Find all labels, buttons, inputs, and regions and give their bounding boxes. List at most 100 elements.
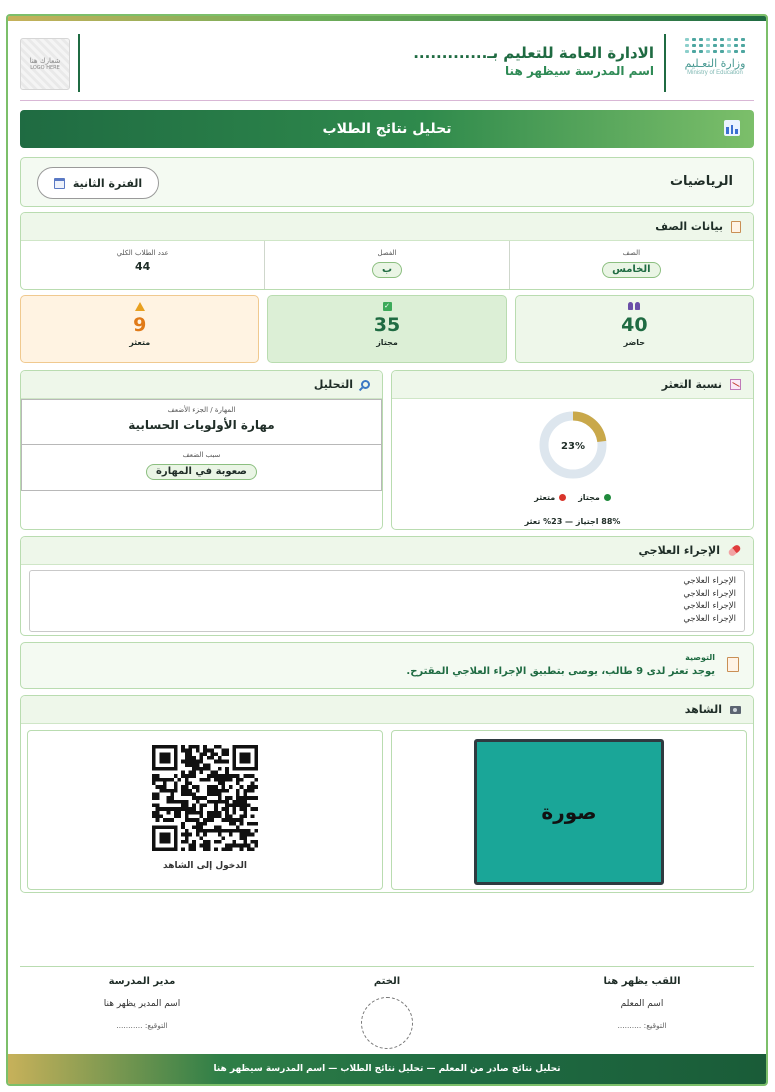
top-stripe	[8, 16, 766, 21]
passed-label: مجتاز	[376, 338, 398, 347]
grade-cell: الصف الخامس	[508, 241, 753, 289]
evidence-photo-frame: صورة	[391, 730, 747, 890]
section-cell: الفصل ب	[264, 241, 508, 289]
total-students-value: 44	[135, 260, 151, 273]
subject-bar: الرياضيات الفترة الثانية	[20, 157, 754, 207]
stats-row: 40 حاضر ✓ 35 مجتاز 9 متعثر	[20, 295, 754, 363]
principal-sign-line: التوقيع: ...........	[116, 1021, 168, 1030]
rate-summary: 88% اجتياز — 23% تعثر	[524, 517, 621, 526]
struggling-card: 9 متعثر	[20, 295, 260, 363]
subject-name: الرياضيات	[669, 174, 733, 189]
principal-signature: مدير المدرسة اسم المدير يظهر هنا التوقيع…	[32, 976, 252, 1030]
header-separator	[20, 100, 754, 101]
donut-svg: 23%	[539, 411, 607, 479]
weakness-reason-box: سبب الضعف صعوبة في المهارة	[21, 445, 382, 491]
remedial-section: الإجراء العلاجي الإجراء العلاجي الإجراء …	[20, 536, 754, 636]
evidence-header: الشاهد	[21, 696, 753, 724]
ministry-name-ar: وزارة التعـليم	[684, 57, 746, 70]
total-students-label: عدد الطلاب الكلي	[116, 249, 169, 257]
teacher-title: اللقب يظهر هنا	[603, 976, 681, 987]
grade-value: الخامس	[602, 262, 661, 278]
warning-icon	[134, 302, 145, 311]
recommendation-text: يوجد تعثر لدى 9 طالب، يوصى بتطبيق الإجرا…	[406, 666, 715, 677]
remedial-line: الإجراء العلاجي	[683, 601, 736, 611]
chart-down-icon	[730, 379, 741, 390]
header-text: الادارة العامة للتعليم بـ............. ا…	[413, 44, 654, 78]
signature-separator	[20, 966, 754, 967]
class-data-header: بيانات الصف	[21, 213, 753, 241]
period-selector[interactable]: الفترة الثانية	[37, 167, 159, 199]
analysis-header: التحليل	[21, 371, 382, 399]
teacher-signature: اللقب يظهر هنا اسم المعلم التوقيع: .....…	[532, 976, 752, 1030]
clipboard-icon	[731, 220, 741, 233]
users-icon	[628, 302, 641, 310]
passed-dot-icon	[603, 494, 611, 501]
weak-skill-label: المهارة / الجزء الأضعف	[167, 406, 236, 414]
title-banner: تحليل نتائج الطلاب	[20, 110, 754, 148]
weakness-reason-value: صعوبة في المهارة	[146, 464, 257, 480]
remedial-line: الإجراء العلاجي	[683, 576, 736, 586]
logo-subtext: LOGO HERE	[30, 65, 60, 71]
donut-legend: مجتاز متعثر	[392, 493, 753, 502]
struggle-rate-section: نسبة التعثر 23% مجتاز متعثر 88% اجتياز —…	[391, 370, 754, 530]
school-logo-placeholder: شعارك هنا LOGO HERE	[20, 38, 70, 90]
camera-icon	[730, 705, 741, 714]
legend-struggling-label: متعثر	[534, 493, 556, 502]
evidence-title: الشاهد	[684, 703, 722, 716]
period-label: الفترة الثانية	[72, 176, 143, 190]
qr-code-icon[interactable]	[152, 745, 258, 851]
weak-skill-box: المهارة / الجزء الأضعف مهارة الأولويات ا…	[21, 399, 382, 445]
banner-title: تحليل نتائج الطلاب	[322, 121, 452, 137]
evidence-section: الشاهد صورة الدخول إلى الشاهد	[20, 695, 754, 893]
evidence-photo[interactable]: صورة	[474, 739, 664, 885]
remedial-line: الإجراء العلاجي	[683, 588, 736, 599]
teacher-sign-line: التوقيع: ..........	[617, 1021, 667, 1030]
pill-icon	[727, 543, 742, 558]
teacher-name: اسم المعلم	[620, 999, 664, 1009]
rate-title: نسبة التعثر	[661, 378, 722, 391]
header-divider	[664, 34, 666, 92]
remedial-text-box[interactable]: الإجراء العلاجي الإجراء العلاجي الإجراء …	[29, 570, 745, 632]
seal-circle	[361, 997, 413, 1049]
evidence-qr-frame: الدخول إلى الشاهد	[27, 730, 383, 890]
struggling-label: متعثر	[129, 338, 151, 347]
passed-value: 35	[373, 314, 401, 336]
search-icon	[361, 380, 370, 389]
class-data-title: بيانات الصف	[655, 220, 723, 233]
report-page: وزارة التعـليم Ministry of Education الا…	[6, 14, 768, 1086]
logo-text: شعارك هنا	[29, 57, 61, 65]
analysis-title: التحليل	[313, 378, 353, 391]
weak-skill-value: مهارة الأولويات الحسابية	[128, 418, 275, 432]
ministry-dots-icon	[676, 38, 754, 53]
donut-center-label: 23%	[561, 441, 585, 452]
logo-divider	[78, 34, 80, 92]
section-value: ب	[371, 262, 403, 278]
present-label: حاضر	[623, 338, 646, 347]
admin-title: الادارة العامة للتعليم بـ.............	[413, 44, 654, 62]
donut-chart: 23%	[392, 409, 753, 484]
ministry-name-en: Ministry of Education	[687, 70, 743, 76]
remedial-title: الإجراء العلاجي	[638, 544, 720, 557]
present-card: 40 حاضر	[514, 295, 754, 363]
principal-title: مدير المدرسة	[108, 976, 176, 987]
class-data-cells: الصف الخامس الفصل ب عدد الطلاب الكلي 44	[21, 241, 753, 289]
passed-card: ✓ 35 مجتاز	[267, 295, 507, 363]
clipboard-icon	[727, 657, 739, 672]
legend-passed: مجتاز	[578, 493, 611, 502]
school-name: اسم المدرسة سيظهر هنا	[505, 64, 654, 78]
bar-chart-icon	[724, 120, 740, 136]
struggling-value: 9	[133, 314, 147, 336]
legend-struggling: متعثر	[534, 493, 567, 502]
recommendation-section: التوصية يوجد تعثر لدى 9 طالب، يوصى بتطبي…	[20, 642, 754, 689]
check-icon: ✓	[382, 302, 392, 311]
grade-label: الصف	[622, 249, 641, 257]
present-value: 40	[621, 314, 648, 336]
section-label: الفصل	[377, 249, 397, 257]
footer-text: تحليل نتائج صادر من المعلم — تحليل نتائج…	[213, 1064, 561, 1074]
report-header: وزارة التعـليم Ministry of Education الا…	[20, 32, 754, 102]
seal-block: الختم	[277, 976, 497, 987]
report-footer: تحليل نتائج صادر من المعلم — تحليل نتائج…	[8, 1054, 766, 1084]
remedial-header: الإجراء العلاجي	[21, 537, 753, 565]
analysis-section: التحليل المهارة / الجزء الأضعف مهارة الأ…	[20, 370, 383, 530]
weakness-reason-label: سبب الضعف	[182, 451, 221, 459]
